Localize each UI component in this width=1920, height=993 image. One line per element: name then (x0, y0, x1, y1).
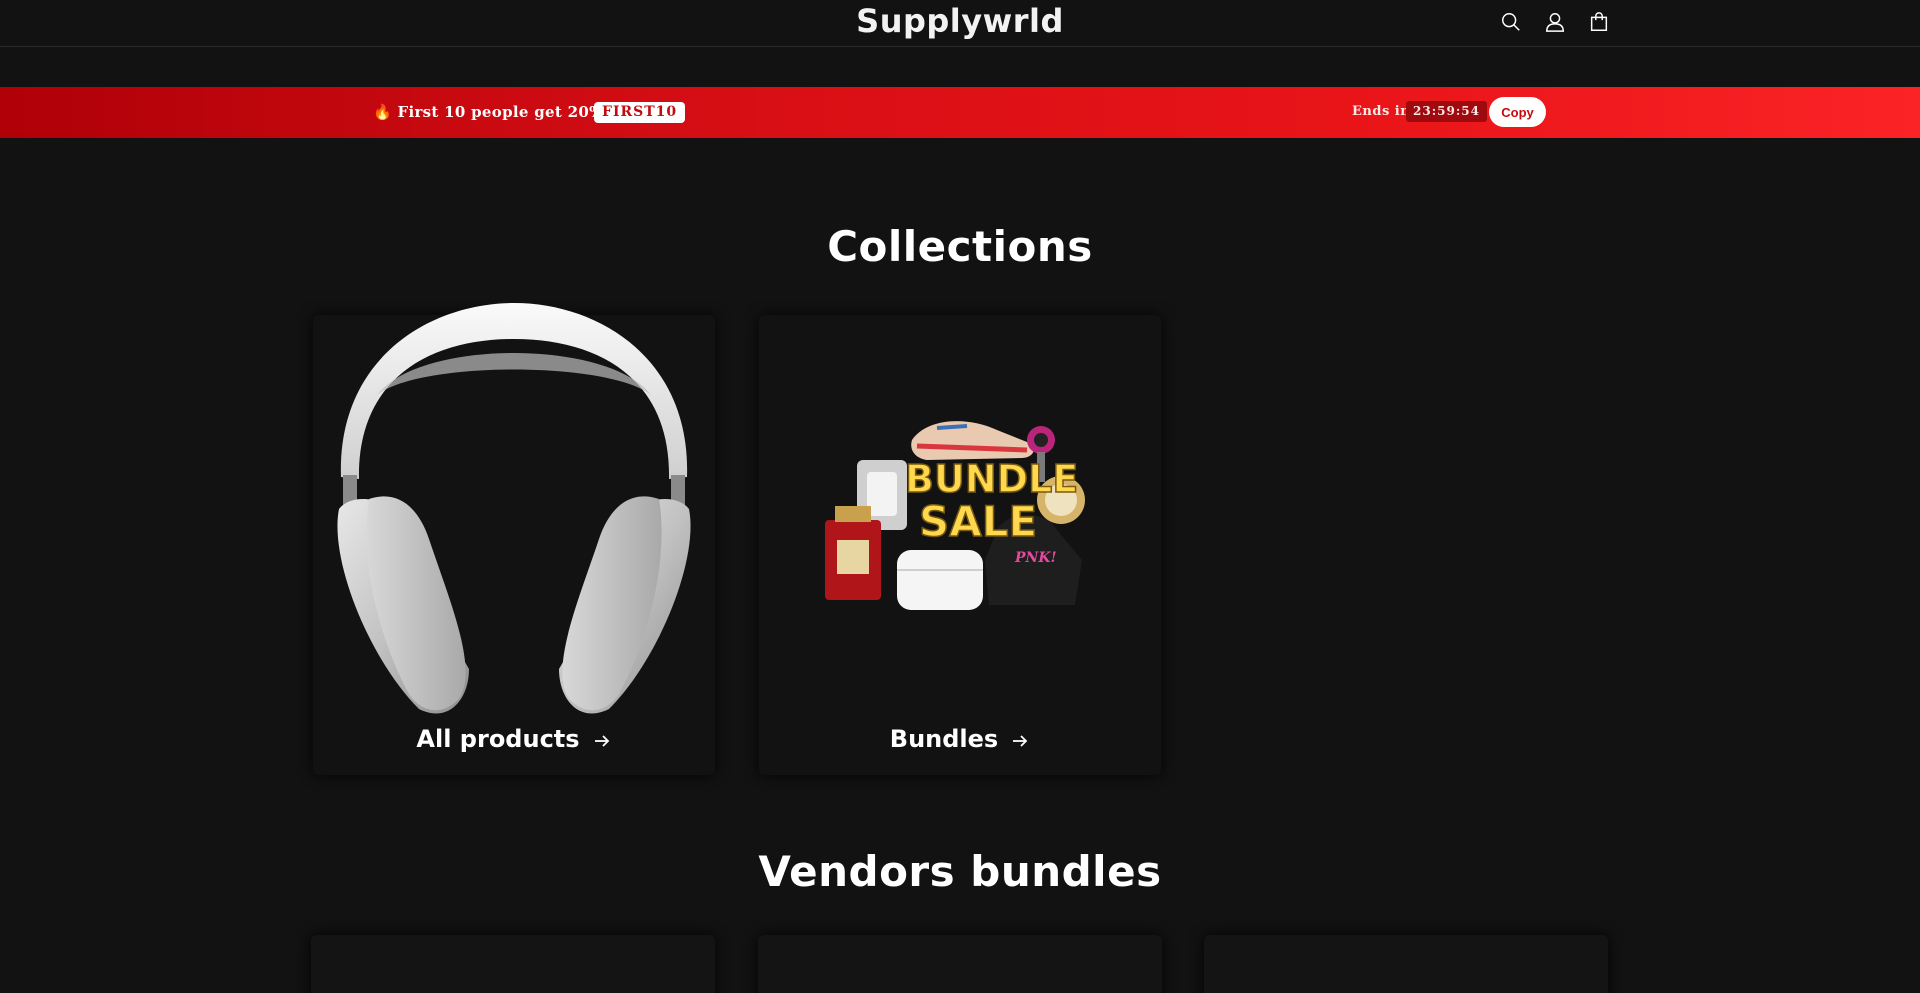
bundle-art-line1: BUNDLE (905, 457, 1078, 501)
search-icon[interactable] (1498, 9, 1524, 35)
collection-card-all-products[interactable]: All products (313, 303, 715, 775)
countdown-timer: 23:59:54 (1406, 101, 1487, 122)
copy-code-button[interactable]: Copy (1489, 97, 1546, 127)
hoodie-print: PNK! (1014, 550, 1057, 566)
vendors-bundles-title: Vendors bundles (758, 847, 1162, 896)
site-logo[interactable]: Supplywrld (0, 2, 1920, 40)
all-products-label: All products (416, 725, 580, 753)
cart-icon[interactable] (1586, 9, 1612, 35)
bundle-sale-image: PNK! BUNDLE SALE (825, 421, 1085, 610)
promo-code-badge: FIRST10 (594, 102, 686, 123)
headphones-image (337, 303, 691, 714)
all-products-link[interactable]: All products (313, 725, 715, 753)
promo-banner: 🔥 First 10 people get 20% OFF FIRST10 En… (0, 87, 1920, 138)
vendor-bundle-card[interactable] (1204, 935, 1608, 993)
arrow-right-icon (592, 729, 612, 749)
bundles-link[interactable]: Bundles (759, 725, 1161, 753)
collections-title: Collections (827, 222, 1093, 271)
arrow-right-icon (1010, 729, 1030, 749)
site-header: Supplywrld (0, 0, 1920, 47)
countdown-label: Ends in (1352, 104, 1411, 119)
vendor-bundle-card[interactable] (758, 935, 1162, 993)
vendor-bundle-card[interactable] (311, 935, 715, 993)
bundles-label: Bundles (889, 725, 999, 753)
collection-card-bundles[interactable]: PNK! BUNDLE SALE Bundles (759, 315, 1161, 775)
bundle-art-line2: SALE (919, 497, 1037, 546)
account-icon[interactable] (1542, 9, 1568, 35)
